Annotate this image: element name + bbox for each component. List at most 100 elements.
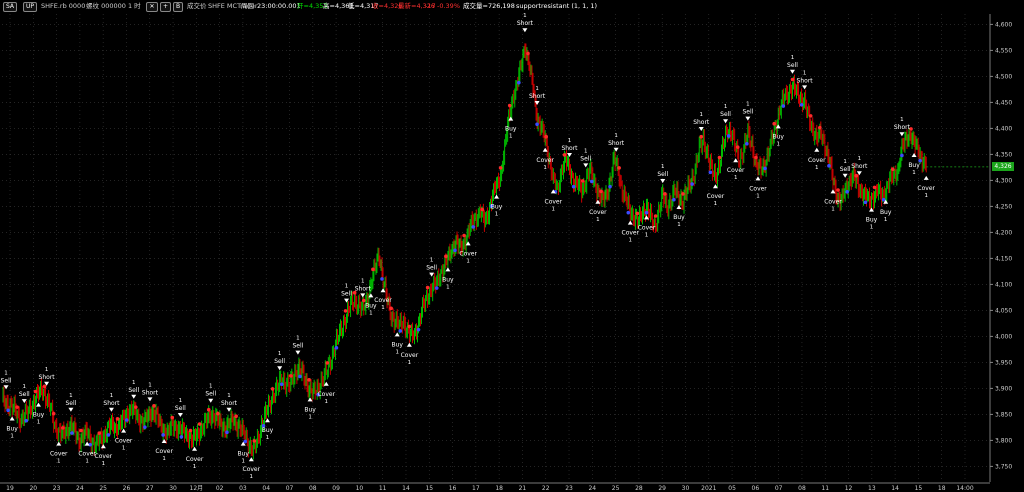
support-dot — [608, 184, 612, 189]
signal-label: Short — [608, 140, 625, 147]
signal-cover: 1Cover — [727, 158, 745, 181]
signal-buy: 1Buy — [6, 416, 18, 439]
x-tick-label: 14 — [402, 485, 410, 492]
signal-label: Cover — [917, 185, 935, 192]
y-tick-label: 4,250 — [995, 203, 1012, 210]
resistance-dot — [544, 134, 548, 139]
signal-label: Buy — [442, 276, 454, 283]
signal-label: Cover — [727, 167, 745, 174]
y-tick-label: 4,350 — [995, 151, 1012, 158]
signal-qty: 1 — [209, 384, 213, 390]
signal-qty: 1 — [250, 474, 254, 480]
support-dot — [6, 408, 10, 413]
signal-qty: 1 — [102, 461, 106, 467]
signal-qty: 1 — [568, 138, 572, 144]
signal-label: Buy — [237, 451, 249, 458]
y-tick-label: 3,850 — [995, 411, 1012, 418]
resistance-dot — [699, 134, 704, 139]
signal-qty: 1 — [193, 464, 197, 470]
signal-label: Buy — [773, 133, 785, 140]
y-tick-label: 4,050 — [995, 307, 1012, 314]
x-tick-label: 12 — [845, 485, 853, 492]
y-tick-label: 4,400 — [995, 125, 1012, 132]
signal-label: Buy — [505, 126, 517, 133]
signal-qty: 1 — [325, 399, 329, 405]
x-tick-label: 29 — [658, 485, 666, 492]
support-dot — [672, 197, 676, 202]
signal-qty: 1 — [734, 175, 738, 181]
support-dot — [398, 329, 403, 333]
resistance-dot — [270, 387, 275, 391]
resistance-dot — [425, 285, 430, 290]
signal-cover: 1Cover — [401, 342, 419, 366]
support-dot — [70, 431, 74, 435]
signal-qty: 1 — [381, 305, 385, 311]
resistance-dot — [197, 422, 202, 426]
support-dot — [827, 164, 831, 168]
arrow-down-icon — [789, 69, 795, 74]
signal-label: Cover — [50, 451, 68, 458]
signal-qty: 1 — [85, 459, 89, 465]
arrow-up-icon — [755, 176, 761, 181]
resistance-dot — [754, 155, 758, 160]
signal-qty: 1 — [278, 351, 282, 357]
support-dot — [471, 225, 476, 229]
resistance-dot — [772, 121, 777, 126]
sa-button[interactable]: SA — [3, 2, 18, 12]
resistance-dot — [507, 103, 512, 108]
signal-cover: 1Cover — [545, 189, 563, 212]
signal-label: Cover — [638, 224, 656, 231]
signal-qty: 1 — [912, 170, 916, 176]
x-tick-label: 07 — [775, 485, 783, 492]
signal-label: Sell — [128, 387, 139, 394]
signal-label: Sell — [175, 405, 186, 412]
signal-qty: 1 — [37, 420, 41, 426]
x-tick-label: 18 — [938, 485, 946, 492]
resistance-dot — [79, 428, 83, 433]
arrow-down-icon — [208, 398, 214, 403]
x-tick-label: 28 — [635, 485, 643, 492]
y-tick-label: 4,550 — [995, 47, 1012, 54]
signal-qty: 1 — [884, 217, 888, 223]
support-dot — [781, 104, 786, 108]
signal-sell: 1Sell — [205, 384, 217, 403]
price-chart[interactable]: 1Sell1Buy1Sell1Buy1Short1Cover1Sell1Cove… — [0, 0, 1024, 492]
signal-qty: 1 — [756, 193, 760, 199]
signal-cover: 1Cover — [243, 457, 261, 480]
time-axis: 19 20 23 24 25 26 27 30 12月 02 03 04 07 08 09 10 11 14 15 1… — [0, 482, 990, 492]
resistance-dot — [653, 214, 658, 218]
signal-qty: 1 — [4, 370, 8, 376]
plus-button[interactable]: + — [160, 2, 172, 12]
signal-qty: 1 — [791, 55, 795, 61]
signal-qty: 1 — [408, 360, 412, 366]
resistance-dot — [462, 233, 466, 238]
arrow-up-icon — [911, 153, 917, 157]
signal-label: Cover — [545, 198, 563, 205]
arrow-down-icon — [108, 407, 114, 412]
resistance-dot — [216, 411, 220, 416]
signal-qty: 1 — [45, 367, 49, 373]
bar-button[interactable]: B — [173, 2, 184, 12]
signal-cover: 1Cover — [824, 189, 842, 212]
arrow-down-icon — [745, 116, 751, 121]
signal-qty: 1 — [843, 159, 847, 165]
signal-qty: 1 — [446, 284, 450, 290]
support-dot — [900, 153, 904, 158]
signal-qty: 1 — [724, 104, 728, 110]
period-label: 周回 — [241, 2, 254, 10]
support-dot — [416, 327, 421, 332]
signal-label: Cover — [459, 250, 477, 257]
signal-qty: 1 — [699, 112, 703, 118]
signal-cover: 1Cover — [589, 199, 607, 223]
cross-icon[interactable]: ✕ — [146, 2, 158, 12]
arrow-down-icon — [68, 407, 74, 412]
resistance-dot — [97, 431, 102, 435]
up-button[interactable]: UP — [23, 2, 38, 12]
signal-sell: 1Sell — [19, 384, 30, 404]
signal-sell: 1Sell — [787, 55, 798, 74]
change-value: -17 — [425, 2, 436, 10]
resistance-dot — [42, 384, 47, 389]
signal-qty: 1 — [57, 459, 61, 465]
signal-qty: 1 — [614, 133, 618, 139]
signal-label: Cover — [401, 352, 419, 359]
